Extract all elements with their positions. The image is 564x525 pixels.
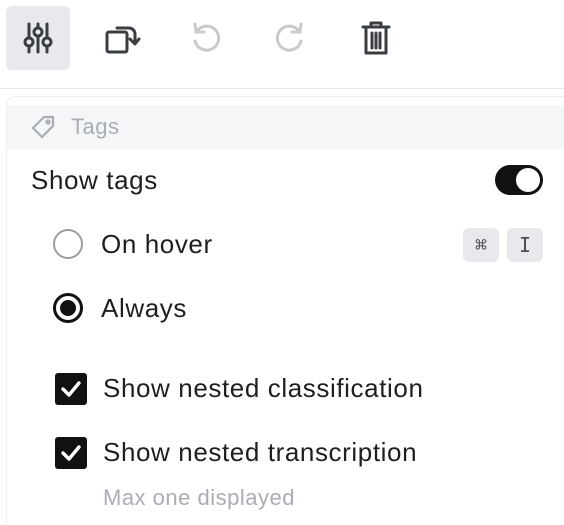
show-tags-label: Show tags <box>31 165 158 195</box>
always-radio[interactable] <box>53 293 83 323</box>
section-title: Tags <box>71 114 120 139</box>
tag-icon <box>31 115 55 139</box>
nested-transcription-checkbox[interactable] <box>55 437 87 469</box>
delete-button[interactable] <box>344 6 408 70</box>
radio-selected-dot <box>60 300 76 316</box>
rotate-button[interactable] <box>90 6 154 70</box>
tags-settings-panel: Tags Show tags On hover ⌘ I Always Show … <box>6 96 564 525</box>
tags-section-header: Tags <box>7 105 564 149</box>
checkmark-icon <box>61 381 81 397</box>
redo-button[interactable] <box>258 6 322 70</box>
redo-icon <box>275 22 303 52</box>
nested-classification-checkbox[interactable] <box>55 373 87 405</box>
nested-classification-label: Show nested classification <box>103 373 424 403</box>
on-hover-radio[interactable] <box>53 229 83 259</box>
rotate-icon <box>105 26 141 54</box>
nested-transcription-label: Show nested transcription <box>103 437 418 467</box>
undo-icon <box>193 22 221 52</box>
shortcut-key-cmd: ⌘ <box>463 228 499 262</box>
toolbar <box>0 0 564 89</box>
trash-icon <box>361 21 391 55</box>
shortcut-key-i: I <box>507 228 543 262</box>
settings-button[interactable] <box>6 6 70 70</box>
checkmark-icon <box>61 445 81 461</box>
undo-button[interactable] <box>174 6 238 70</box>
sliders-icon <box>23 22 53 54</box>
on-hover-label: On hover <box>101 229 213 259</box>
always-label: Always <box>101 293 187 323</box>
show-tags-toggle[interactable] <box>495 165 543 195</box>
max-one-displayed-hint: Max one displayed <box>103 485 295 510</box>
toggle-knob <box>516 168 540 192</box>
